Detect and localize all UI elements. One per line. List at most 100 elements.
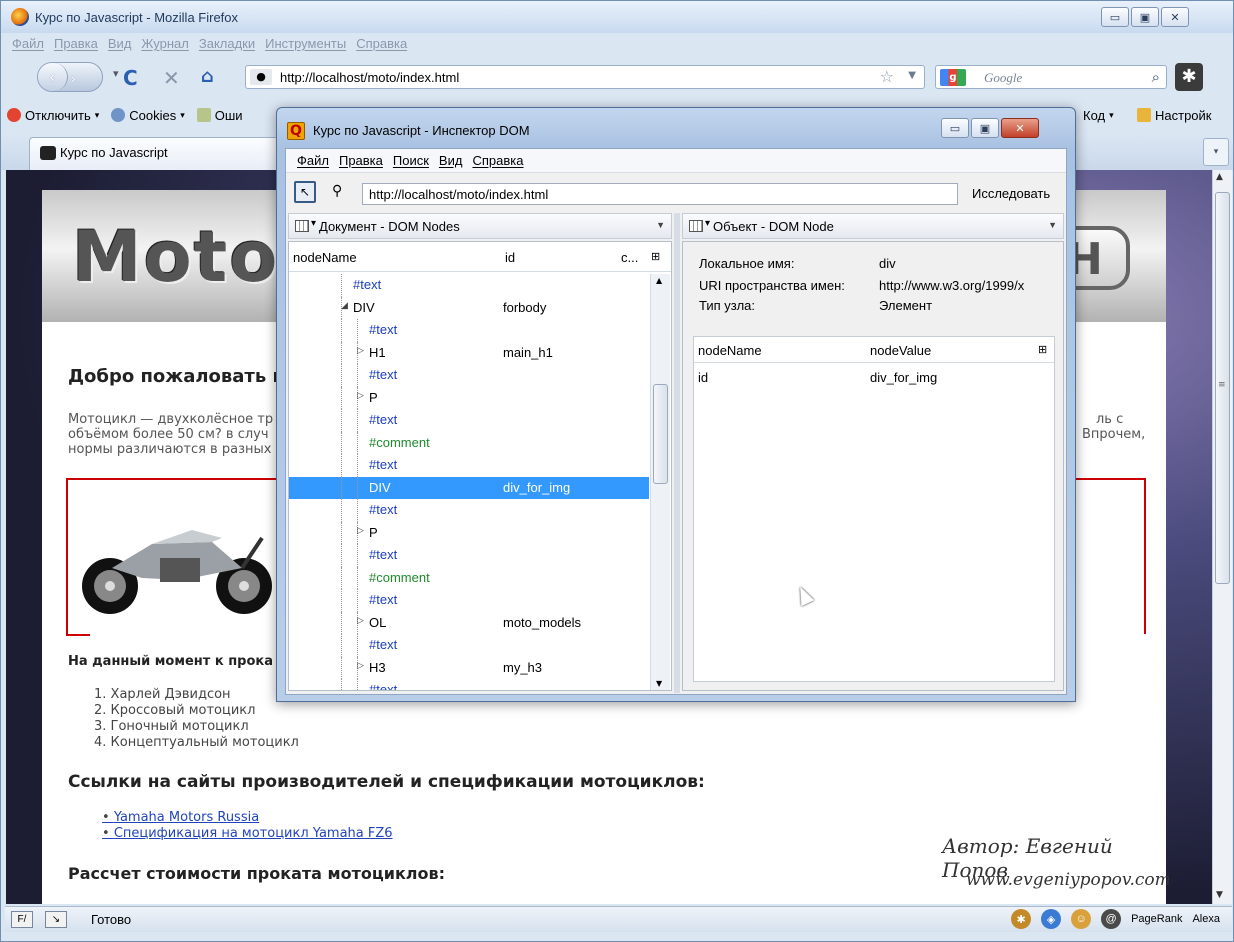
binoculars-icon[interactable]: ⚲ (332, 183, 342, 199)
addon-icon[interactable]: ✱ (1175, 63, 1203, 91)
tree-row[interactable]: #text (289, 364, 649, 387)
forward-button[interactable]: › (70, 69, 76, 88)
menu-file[interactable]: Файл (7, 33, 49, 55)
link-yamaha-fz6[interactable]: Спецификация на мотоцикл Yamaha FZ6 (102, 826, 393, 842)
inspector-menu-edit[interactable]: Правка (334, 149, 388, 172)
inspector-maximize-button[interactable]: ▣ (971, 118, 999, 138)
menu-help[interactable]: Справка (351, 33, 412, 55)
search-icon[interactable]: ⌕ (1152, 68, 1160, 86)
tree-scrollbar-thumb[interactable] (653, 384, 668, 484)
scroll-down-icon[interactable]: ▼ (656, 679, 662, 688)
inspector-close-button[interactable]: ✕ (1001, 118, 1039, 138)
tree-expander-icon[interactable]: ◢ (341, 300, 348, 311)
col-attr-value[interactable]: nodeValue (870, 343, 931, 358)
select-element-icon[interactable]: ↖ (294, 181, 316, 203)
bookmark-errors[interactable]: Оши (191, 108, 249, 123)
column-picker-icon[interactable]: ⊞ (1038, 343, 1047, 356)
bookmark-settings[interactable]: Настройк (1131, 108, 1217, 123)
home-icon[interactable]: ⌂ (201, 66, 214, 87)
bug-icon[interactable]: ✱ (1011, 909, 1032, 929)
url-text[interactable]: http://localhost/moto/index.html (280, 70, 459, 85)
bookmark-cookies[interactable]: Cookies ▾ (105, 108, 191, 123)
tab-active[interactable]: Курс по Javascript (29, 137, 289, 170)
bookmark-code[interactable]: Код ▾ (1077, 108, 1120, 123)
tree-row[interactable]: #text (289, 454, 649, 477)
tree-row[interactable]: ▷ H3 my_h3 (289, 656, 649, 679)
tree-row[interactable]: #text (289, 274, 649, 297)
attributes-table[interactable]: nodeName nodeValue ⊞ id div_for_img (693, 336, 1055, 682)
minimize-button[interactable]: ▭ (1101, 7, 1129, 27)
tab-list-button[interactable]: ▾ (1203, 138, 1229, 166)
search-bar[interactable]: g Google ⌕ (935, 65, 1167, 89)
chevron-down-icon[interactable]: ▼ (656, 220, 665, 230)
email-icon[interactable]: @ (1101, 909, 1122, 929)
menu-history[interactable]: Журнал (136, 33, 193, 55)
dom-tree[interactable]: nodeName id c... ⊞ #text ◢ DIV forbody #text… (288, 241, 672, 691)
tree-scrollbar[interactable]: ▲ ▼ (650, 274, 670, 690)
back-button[interactable]: ‹ (38, 63, 68, 91)
stop-icon[interactable]: ✕ (163, 66, 180, 90)
tree-expander-icon[interactable]: ▷ (357, 615, 364, 626)
url-dropdown-icon[interactable]: ▼ (908, 70, 916, 81)
search-input[interactable]: Google (984, 70, 1022, 86)
scroll-up-icon[interactable]: ▲ (656, 276, 662, 285)
col-attr-name[interactable]: nodeName (698, 343, 762, 358)
tree-expander-icon[interactable]: ▷ (357, 345, 364, 356)
tree-row[interactable]: ▷ OL moto_models (289, 611, 649, 634)
inspector-menu-search[interactable]: Поиск (388, 149, 434, 172)
inspector-url-input[interactable]: http://localhost/moto/index.html (362, 183, 958, 205)
tree-row[interactable]: ▷ P (289, 521, 649, 544)
scroll-down-icon[interactable]: ▼ (1216, 890, 1223, 900)
tree-expander-icon[interactable]: ▷ (357, 660, 364, 671)
bookmark-star-icon[interactable]: ☆ (880, 67, 894, 86)
menu-edit[interactable]: Правка (49, 33, 103, 55)
table-row[interactable]: id div_for_img (694, 367, 1054, 389)
pane-splitter[interactable] (674, 213, 680, 693)
history-dropdown-icon[interactable]: ▾ (113, 67, 119, 80)
tree-expander-icon[interactable]: ▷ (357, 390, 364, 401)
reload-icon[interactable]: C (123, 66, 138, 90)
inspector-menu-help[interactable]: Справка (467, 149, 528, 172)
tree-row[interactable]: #text (289, 319, 649, 342)
inspect-button[interactable]: Исследовать (972, 186, 1050, 201)
tree-expander-icon[interactable]: ▷ (357, 525, 364, 536)
tree-row[interactable]: #comment (289, 431, 649, 454)
monkey-icon[interactable]: ☺ (1071, 909, 1092, 929)
scroll-up-icon[interactable]: ▲ (1216, 172, 1223, 182)
col-id[interactable]: id (505, 250, 515, 265)
chevron-down-icon[interactable]: ▼ (1048, 220, 1057, 230)
left-pane-header[interactable]: ▾ Документ - DOM Nodes ▼ (288, 213, 672, 239)
col-nodename[interactable]: nodeName (293, 250, 357, 265)
tree-row[interactable]: #text (289, 499, 649, 522)
tree-row[interactable]: #text (289, 409, 649, 432)
inspector-status-icon[interactable]: ↘ (45, 911, 67, 928)
search-engine-icon[interactable]: g (940, 69, 966, 86)
pagerank-label[interactable]: PageRank (1131, 913, 1182, 925)
tree-row[interactable]: #text (289, 679, 649, 690)
tree-row[interactable]: ▷ H1 main_h1 (289, 341, 649, 364)
page-scrollbar[interactable]: ▲ ≡ ▼ (1212, 170, 1232, 904)
tree-row[interactable]: ▷ P (289, 386, 649, 409)
menu-tools[interactable]: Инструменты (260, 33, 351, 55)
col-class[interactable]: c... (621, 250, 638, 265)
inspector-menu-view[interactable]: Вид (434, 149, 468, 172)
inspector-minimize-button[interactable]: ▭ (941, 118, 969, 138)
tree-row[interactable]: ◢ DIV forbody (289, 296, 649, 319)
menu-bookmarks[interactable]: Закладки (194, 33, 260, 55)
menu-view[interactable]: Вид (103, 33, 137, 55)
column-picker-icon[interactable]: ⊞ (651, 250, 660, 263)
tree-row[interactable]: #text (289, 544, 649, 567)
compass-icon[interactable]: ◈ (1041, 909, 1062, 929)
maximize-button[interactable]: ▣ (1131, 7, 1159, 27)
pane-menu-icon[interactable]: ▾ (705, 218, 710, 229)
tree-row[interactable]: #text (289, 634, 649, 657)
tree-row[interactable]: #comment (289, 566, 649, 589)
inspector-menu-file[interactable]: Файл (292, 149, 334, 172)
alexa-label[interactable]: Alexa (1192, 913, 1220, 925)
bookmark-disable[interactable]: Отключить ▾ (1, 108, 105, 123)
close-button[interactable]: ✕ (1161, 7, 1189, 27)
tree-row[interactable]: #text (289, 589, 649, 612)
right-pane-header[interactable]: ▾ Объект - DOM Node ▼ (682, 213, 1064, 239)
url-bar[interactable]: ● http://localhost/moto/index.html ☆ ▼ (245, 65, 925, 89)
pane-menu-icon[interactable]: ▾ (311, 218, 316, 229)
